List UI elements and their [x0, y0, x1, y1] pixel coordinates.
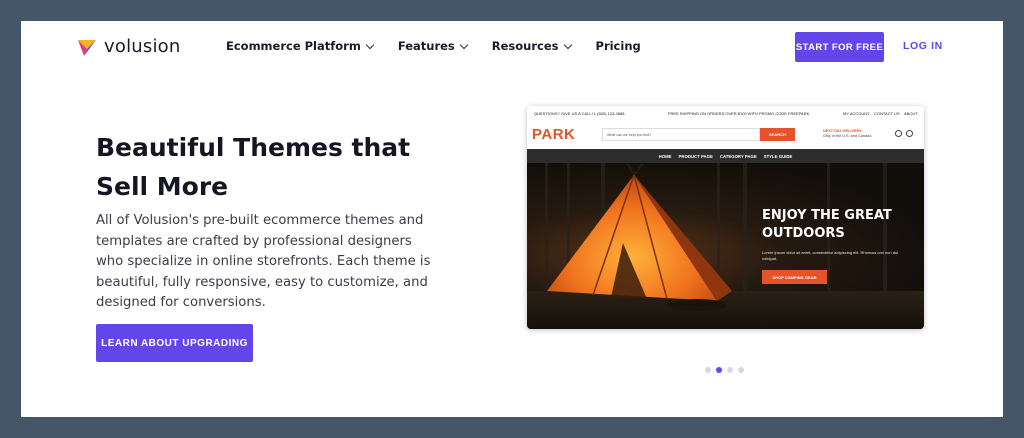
nav-pricing-label: Pricing [595, 39, 641, 53]
preview-search-button: SEARCH [760, 128, 795, 141]
carousel-dots [705, 367, 744, 373]
preview-menu-home: HOME [658, 153, 672, 159]
carousel-dot[interactable] [705, 367, 711, 373]
preview-menu: HOME PRODUCT PAGE CATEGORY PAGE STYLE GU… [527, 149, 924, 163]
logo-text: volusion [104, 36, 181, 57]
preview-phone-text: QUESTIONS? GIVE US A CALL! 1 (800) 123-4… [534, 111, 625, 116]
nav-features-label: Features [397, 39, 455, 53]
page: volusion Ecommerce Platform Features Res… [21, 21, 1003, 417]
cart-icon [906, 130, 913, 137]
nav-pricing[interactable]: Pricing [596, 39, 641, 53]
preview-link-account: MY ACCOUNT [843, 111, 870, 116]
chevron-down-icon [459, 40, 469, 49]
preview-topbar: QUESTIONS? GIVE US A CALL! 1 (800) 123-4… [527, 106, 924, 120]
nav-resources-label: Resources [491, 39, 559, 53]
preview-subtext: Lorem ipsum dolor sit amet, consectetur … [762, 250, 899, 261]
log-in-link[interactable]: LOG IN [903, 40, 943, 52]
user-icon [895, 130, 902, 137]
preview-menu-style-guide: STYLE GUIDE [763, 153, 793, 159]
preview-header-icons [895, 130, 913, 137]
preview-store-logo: PARK [532, 126, 576, 143]
preview-delivery-note: NEXT DAY DELIVERY Only in the U.S. and C… [823, 129, 871, 139]
tent-illustration [547, 163, 732, 311]
start-for-free-button[interactable]: START FOR FREE [795, 32, 884, 62]
nav-features[interactable]: Features [397, 39, 469, 53]
carousel-dot-active[interactable] [716, 367, 722, 373]
hero-title: Beautiful Themes that Sell More [96, 133, 411, 201]
preview-delivery-sub: Only in the U.S. and Canada [823, 134, 872, 138]
chevron-down-icon [563, 40, 572, 49]
preview-headline: ENJOY THE GREAT OUTDOORS [762, 208, 892, 241]
nav-ecommerce-platform-label: Ecommerce Platform [226, 39, 361, 53]
preview-menu-category: CATEGORY PAGE [719, 153, 757, 159]
learn-about-upgrading-button[interactable]: LEARN ABOUT UPGRADING [96, 324, 253, 362]
carousel-dot[interactable] [738, 367, 744, 373]
hero-description: All of Volusion's pre-built ecommerce th… [96, 213, 431, 310]
preview-shipping-text: FREE SHIPPING ON ORDERS OVER $100 WITH P… [668, 111, 810, 116]
preview-menu-product: PRODUCT PAGE [678, 153, 713, 159]
preview-hero-image: ENJOY THE GREAT OUTDOORS Lorem ipsum dol… [527, 163, 924, 329]
preview-link-contact: CONTACT US [874, 111, 900, 116]
preview-shop-button: SHOP CAMPING GEAR [762, 270, 827, 284]
preview-delivery-title: NEXT DAY DELIVERY [823, 129, 862, 133]
volusion-logo-icon [78, 39, 96, 56]
nav-ecommerce-platform[interactable]: Ecommerce Platform [226, 39, 375, 53]
logo[interactable]: volusion [77, 36, 180, 57]
theme-preview: QUESTIONS? GIVE US A CALL! 1 (800) 123-4… [527, 106, 924, 329]
preview-link-about: ABOUT [904, 111, 918, 116]
carousel-dot[interactable] [727, 367, 733, 373]
nav-resources[interactable]: Resources [491, 39, 572, 53]
preview-search-input: What can we help you find? [602, 128, 760, 141]
chevron-down-icon [365, 40, 375, 49]
main-nav: Ecommerce Platform Features Resources Pr… [226, 39, 641, 53]
